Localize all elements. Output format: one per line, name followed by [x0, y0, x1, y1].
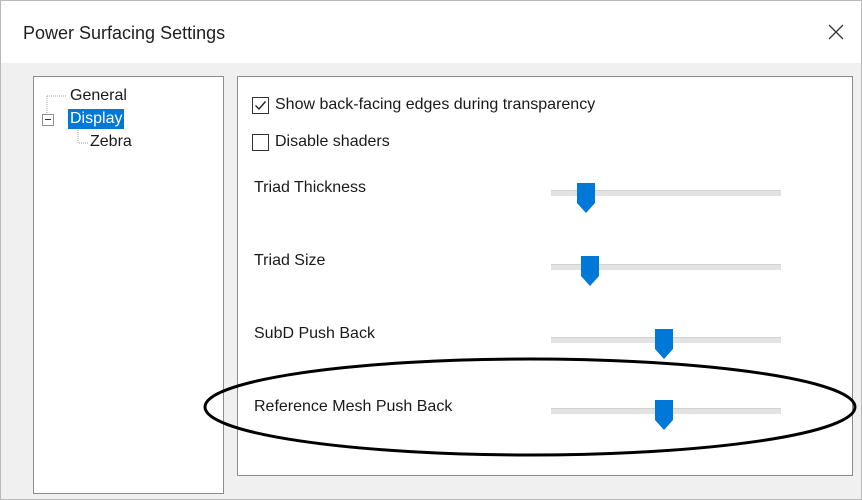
tree-item-zebra[interactable]: Zebra — [90, 132, 132, 152]
checkbox-label: Disable shaders — [275, 133, 390, 150]
subd-push-back-label: SubD Push Back — [254, 325, 375, 342]
settings-tree: General Display Zebra — [33, 76, 224, 494]
show-backfacing-edges-checkbox[interactable]: Show back-facing edges during transparen… — [252, 96, 595, 114]
disable-shaders-checkbox[interactable]: Disable shaders — [252, 133, 390, 151]
triad-size-track[interactable] — [551, 256, 781, 286]
checkmark-icon — [255, 100, 267, 110]
reference-mesh-push-back-thumb[interactable] — [654, 400, 673, 430]
tree-connector-lines — [46, 95, 88, 144]
subd-push-back-thumb[interactable] — [654, 329, 673, 359]
triad-size-thumb[interactable] — [581, 256, 600, 286]
reference-mesh-push-back-label: Reference Mesh Push Back — [254, 398, 453, 415]
subd-push-back-row: SubD Push Back — [238, 325, 852, 365]
tree-item-display[interactable]: Display — [68, 109, 125, 129]
slider-thumb-icon — [581, 256, 600, 286]
checkbox-box[interactable] — [252, 133, 269, 151]
tree-item-general[interactable]: General — [70, 86, 127, 106]
reference-mesh-push-back-row: Reference Mesh Push Back — [238, 398, 852, 438]
reference-mesh-push-back-track[interactable] — [551, 400, 781, 430]
close-button[interactable] — [819, 15, 853, 49]
triad-size-row: Triad Size — [238, 252, 852, 292]
triad-thickness-thumb[interactable] — [576, 183, 595, 213]
close-icon — [828, 24, 844, 40]
dialog-title: Power Surfacing Settings — [23, 23, 226, 43]
display-settings-panel: Show back-facing edges during transparen… — [237, 76, 853, 476]
collapse-display-toggle[interactable] — [42, 114, 54, 126]
settings-dialog: Power Surfacing Settings General Display… — [0, 0, 862, 500]
checkbox-label: Show back-facing edges during transparen… — [275, 96, 596, 113]
title-bar: Power Surfacing Settings — [1, 1, 861, 63]
triad-size-label: Triad Size — [254, 252, 326, 269]
triad-thickness-track[interactable] — [551, 183, 781, 213]
slider-thumb-icon — [576, 183, 595, 213]
slider-thumb-icon — [654, 400, 673, 430]
slider-thumb-icon — [654, 329, 673, 359]
triad-thickness-label: Triad Thickness — [254, 179, 367, 196]
subd-push-back-track[interactable] — [551, 329, 781, 359]
checkbox-box[interactable] — [252, 96, 269, 114]
triad-thickness-row: Triad Thickness — [238, 179, 852, 219]
